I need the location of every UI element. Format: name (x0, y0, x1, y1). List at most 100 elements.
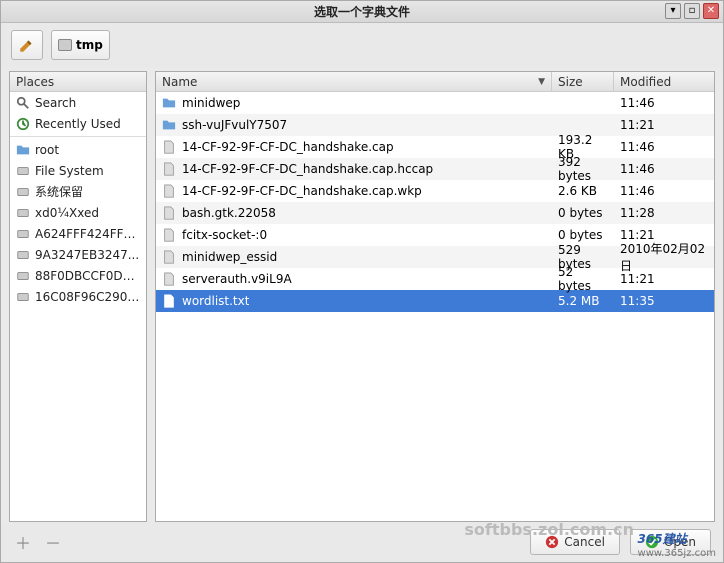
sidebar-item-label: root (35, 143, 59, 157)
file-icon (162, 206, 176, 220)
places-sidebar: Places SearchRecently UsedrootFile Syste… (9, 71, 147, 522)
folder-icon (162, 96, 176, 110)
file-modified: 2010年02月02日 (614, 240, 714, 274)
sidebar-item[interactable]: Recently Used (10, 113, 146, 134)
file-row[interactable]: bash.gtk.22058 0 bytes11:28 (156, 202, 714, 224)
edit-path-button[interactable] (11, 30, 43, 60)
sidebar-item-label: File System (35, 164, 104, 178)
file-row[interactable]: serverauth.v9iL9A 52 bytes11:21 (156, 268, 714, 290)
folder-icon (16, 143, 30, 157)
ok-icon (645, 535, 659, 549)
disk-icon (16, 206, 30, 220)
sidebar-item[interactable]: File System (10, 160, 146, 181)
cancel-icon (545, 535, 559, 549)
sidebar-item[interactable]: Search (10, 92, 146, 113)
window-buttons: ▾ ▫ ✕ (665, 3, 719, 19)
file-modified: 11:46 (614, 96, 714, 110)
close-button[interactable]: ✕ (703, 3, 719, 19)
file-size: 5.2 MB (552, 294, 614, 308)
sidebar-item-label: 系统保留 (35, 183, 83, 200)
sidebar-item[interactable]: 9A3247EB3247... (10, 244, 146, 265)
column-size[interactable]: Size (552, 72, 614, 91)
disk-icon (58, 39, 72, 51)
column-name[interactable]: Name ▼ (156, 72, 552, 91)
file-modified: 11:28 (614, 206, 714, 220)
sidebar-item-label: 88F0DBCCF0DB... (35, 269, 140, 283)
folder-icon (162, 118, 176, 132)
file-size: 0 bytes (552, 228, 614, 242)
places-list[interactable]: Search Recently Used root File System 系统保留 xd… (10, 92, 146, 521)
file-icon (162, 228, 176, 242)
file-size: 52 bytes (552, 265, 614, 293)
maximize-button[interactable]: ▫ (684, 3, 700, 19)
file-size: 0 bytes (552, 206, 614, 220)
sidebar-item[interactable]: 16C08F96C2908... (10, 286, 146, 307)
file-icon (162, 272, 176, 286)
file-pane: Name ▼ Size Modified minidwep 11:46 ssh-vu… (155, 71, 715, 522)
sidebar-separator (10, 136, 146, 137)
file-name: 14-CF-92-9F-CF-DC_handshake.cap (182, 140, 394, 154)
file-name: minidwep_essid (182, 250, 277, 264)
sidebar-item[interactable]: 88F0DBCCF0DB... (10, 265, 146, 286)
sidebar-item-label: Recently Used (35, 117, 121, 131)
remove-bookmark-button[interactable]: － (43, 532, 63, 552)
disk-icon (16, 269, 30, 283)
sidebar-item-label: 16C08F96C2908... (35, 290, 140, 304)
file-row[interactable]: 14-CF-92-9F-CF-DC_handshake.cap.wkp 2.6 K… (156, 180, 714, 202)
file-name: ssh-vuJFvulY7507 (182, 118, 287, 132)
file-name: serverauth.v9iL9A (182, 272, 292, 286)
file-size: 2.6 KB (552, 184, 614, 198)
recent-icon (16, 117, 30, 131)
file-modified: 11:21 (614, 118, 714, 132)
file-name: 14-CF-92-9F-CF-DC_handshake.cap.wkp (182, 184, 422, 198)
file-modified: 11:35 (614, 294, 714, 308)
file-modified: 11:46 (614, 184, 714, 198)
file-row[interactable]: minidwep_essid529 bytes2010年02月02日 (156, 246, 714, 268)
file-modified: 11:21 (614, 272, 714, 286)
sidebar-item[interactable]: 系统保留 (10, 181, 146, 202)
file-icon (162, 140, 176, 154)
cancel-button[interactable]: Cancel (530, 529, 620, 555)
file-size: 392 bytes (552, 155, 614, 183)
file-columns-header: Name ▼ Size Modified (156, 72, 714, 92)
disk-icon (16, 164, 30, 178)
file-name: fcitx-socket-:0 (182, 228, 267, 242)
sort-indicator-icon: ▼ (538, 77, 545, 87)
file-icon (162, 184, 176, 198)
sidebar-item[interactable]: A624FFF424FFC... (10, 223, 146, 244)
titlebar[interactable]: 选取一个字典文件 ▾ ▫ ✕ (1, 1, 723, 23)
file-icon (162, 250, 176, 264)
add-bookmark-button[interactable]: ＋ (13, 532, 33, 552)
disk-icon (16, 248, 30, 262)
sidebar-item-label: 9A3247EB3247... (35, 248, 139, 262)
disk-icon (16, 290, 30, 304)
file-list[interactable]: minidwep 11:46 ssh-vuJFvulY7507 11:21 14-CF-… (156, 92, 714, 521)
file-icon (162, 162, 176, 176)
sidebar-item[interactable]: xd0¼Xxed (10, 202, 146, 223)
file-name: wordlist.txt (182, 294, 249, 308)
disk-icon (16, 185, 30, 199)
path-segment-tmp[interactable]: tmp (51, 30, 110, 60)
file-name: minidwep (182, 96, 240, 110)
sidebar-item-label: A624FFF424FFC... (35, 227, 140, 241)
sidebar-item-label: xd0¼Xxed (35, 206, 99, 220)
pencil-icon (18, 36, 36, 54)
file-row[interactable]: 14-CF-92-9F-CF-DC_handshake.cap193.2 KB1… (156, 136, 714, 158)
sidebar-item-label: Search (35, 96, 76, 110)
file-row[interactable]: wordlist.txt 5.2 MB11:35 (156, 290, 714, 312)
main-area: Places SearchRecently UsedrootFile Syste… (1, 67, 723, 522)
column-modified[interactable]: Modified (614, 72, 714, 91)
file-row[interactable]: ssh-vuJFvulY7507 11:21 (156, 114, 714, 136)
minimize-button[interactable]: ▾ (665, 3, 681, 19)
file-name: bash.gtk.22058 (182, 206, 276, 220)
window-title: 选取一个字典文件 (1, 3, 723, 20)
sidebar-item[interactable]: root (10, 139, 146, 160)
toolbar: tmp (1, 23, 723, 67)
disk-icon (16, 227, 30, 241)
file-row[interactable]: 14-CF-92-9F-CF-DC_handshake.cap.hccap392… (156, 158, 714, 180)
path-segment-label: tmp (76, 38, 103, 52)
file-row[interactable]: minidwep 11:46 (156, 92, 714, 114)
search-icon (16, 96, 30, 110)
file-chooser-window: 选取一个字典文件 ▾ ▫ ✕ tmp Places SearchRecently… (0, 0, 724, 563)
open-button[interactable]: Open (630, 529, 711, 555)
